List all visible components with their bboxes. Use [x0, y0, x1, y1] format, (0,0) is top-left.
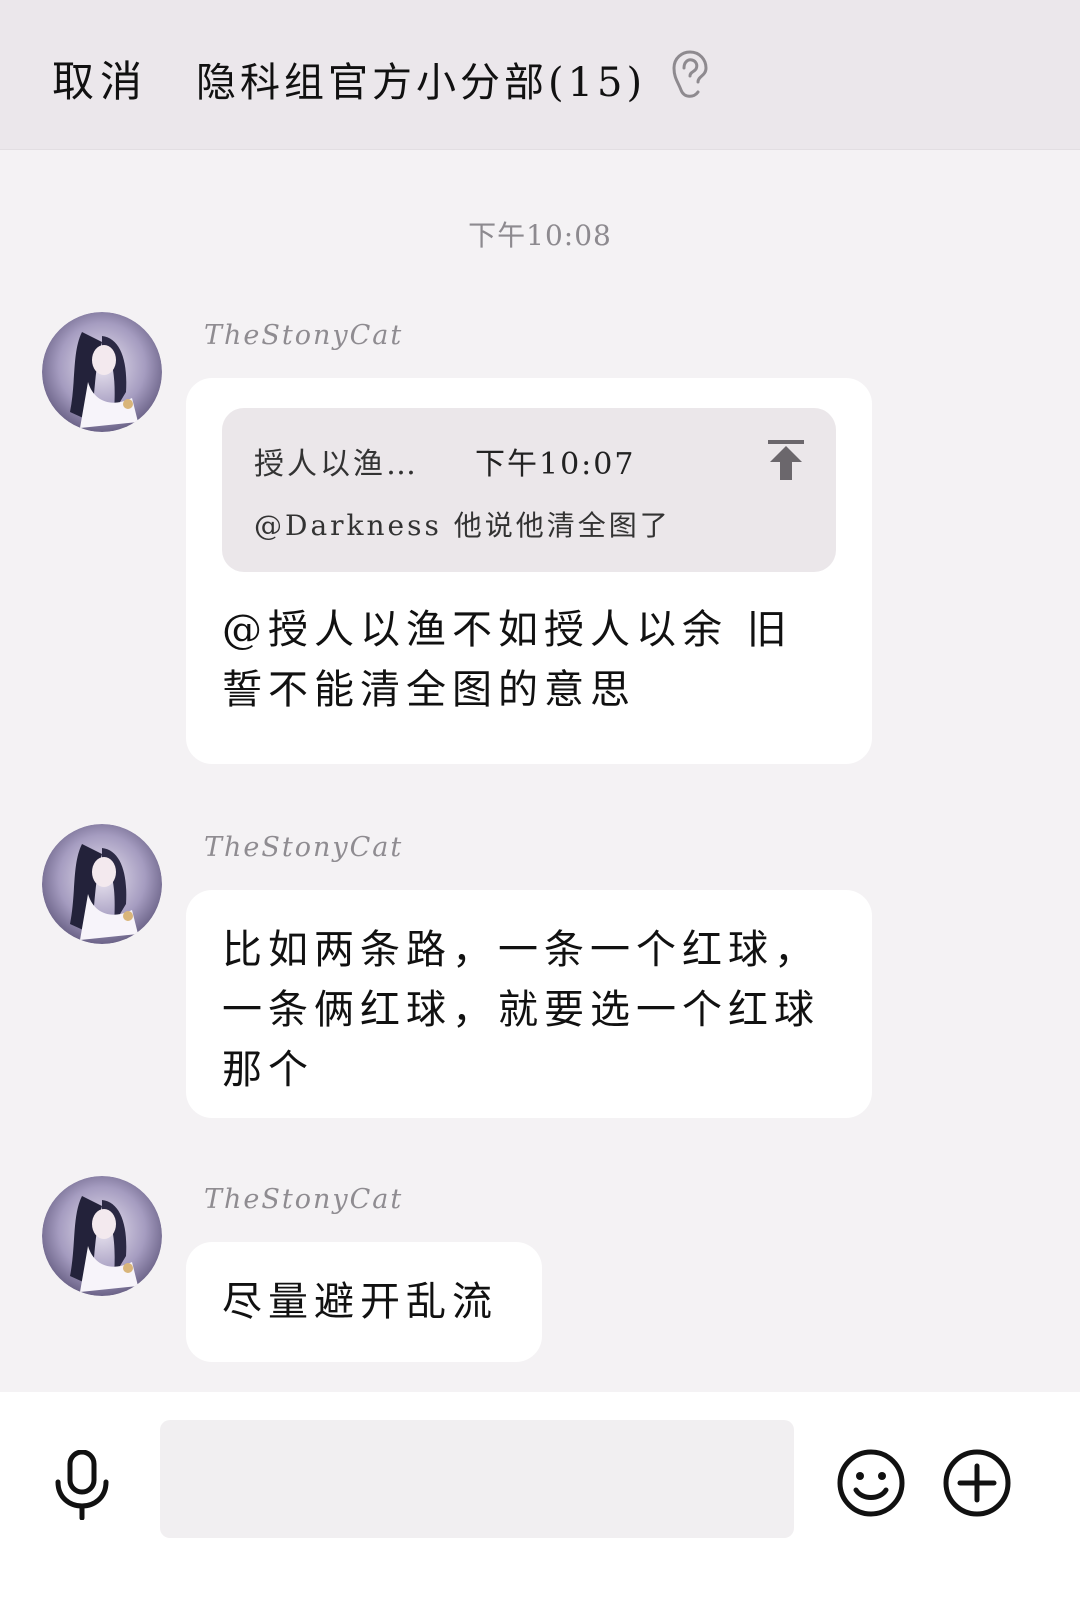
quoted-message[interactable]: 授人以渔… 下午10:07 @Darkness 他说他清全图了: [222, 408, 836, 572]
microphone-icon[interactable]: [52, 1450, 112, 1520]
message-text: 比如两条路，一条一个红球，一条俩红球，就要选一个红球那个: [222, 927, 820, 1093]
message-bubble[interactable]: 比如两条路，一条一个红球，一条俩红球，就要选一个红球那个: [186, 890, 872, 1118]
message-bubble[interactable]: 授人以渔… 下午10:07 @Darkness 他说他清全图了 @授人以渔不如授…: [186, 378, 872, 764]
ear-icon[interactable]: [668, 50, 712, 100]
avatar[interactable]: [42, 312, 162, 432]
smiley-icon[interactable]: [836, 1448, 906, 1518]
message-bubble[interactable]: 尽量避开乱流: [186, 1242, 542, 1362]
quoted-time: 下午10:07: [475, 447, 636, 482]
cancel-button[interactable]: 取消: [52, 48, 148, 109]
sender-name: TheStonyCat: [204, 1184, 404, 1215]
chat-header: 取消 隐科组官方小分部(15): [0, 0, 1080, 150]
input-bar: [0, 1392, 1080, 1600]
avatar[interactable]: [42, 1176, 162, 1296]
quoted-sender: 授人以渔…: [254, 447, 419, 482]
message-timestamp: 下午10:08: [468, 219, 612, 252]
quoted-text: @Darkness 他说他清全图了: [254, 509, 671, 542]
sender-name: TheStonyCat: [204, 832, 404, 863]
chat-title: 隐科组官方小分部(15): [196, 60, 647, 106]
message-text: 尽量避开乱流: [222, 1279, 498, 1325]
sender-name: TheStonyCat: [204, 320, 404, 351]
message-input[interactable]: [160, 1420, 794, 1538]
message-text: @授人以渔不如授人以余 旧誓不能清全图的意思: [222, 607, 793, 713]
jump-to-top-icon[interactable]: [766, 438, 806, 482]
plus-circle-icon[interactable]: [942, 1448, 1012, 1518]
chat-screen: 取消 隐科组官方小分部(15) 下午10:08 TheStonyCat 授人以渔…: [0, 0, 1080, 1600]
avatar[interactable]: [42, 824, 162, 944]
